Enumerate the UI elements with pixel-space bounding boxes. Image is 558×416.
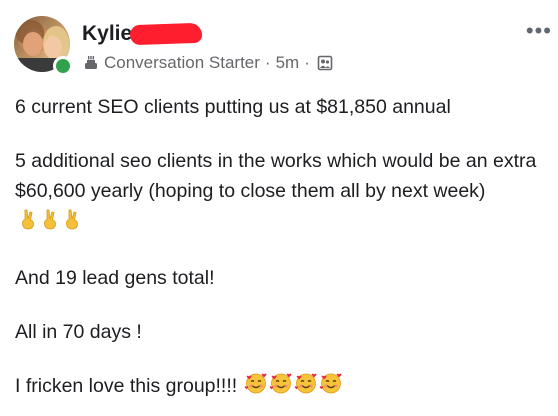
meta-separator: · <box>304 53 310 72</box>
post-text-line: All in 70 days ! <box>15 321 142 343</box>
crossed-fingers-icon <box>44 209 56 230</box>
group-icon <box>317 55 333 71</box>
avatar-face-left <box>23 32 43 56</box>
post-body: 6 current SEO clients putting us at $81,… <box>15 92 545 404</box>
meta-separator: · <box>264 53 271 72</box>
more-options-icon[interactable]: ••• <box>526 20 552 42</box>
post-text-line: I fricken love this group!!!! <box>15 375 238 397</box>
smiling-face-with-hearts-icon <box>269 373 292 394</box>
author-name[interactable]: Kylie <box>82 22 132 46</box>
online-status-indicator <box>53 56 73 76</box>
crossed-fingers-icon <box>66 209 78 230</box>
smiling-face-with-hearts-emojis <box>243 371 343 404</box>
smiling-face-with-hearts-icon <box>319 373 342 394</box>
post-text-line: 6 current SEO clients putting us at $81,… <box>15 96 451 118</box>
crossed-fingers-icon <box>22 209 34 230</box>
smiling-face-with-hearts-icon <box>294 373 317 394</box>
name-redaction-mark <box>129 22 203 46</box>
badge-label[interactable]: Conversation Starter <box>104 53 260 73</box>
post-text-line: And 19 lead gens total! <box>15 267 215 289</box>
crossed-fingers-emojis <box>15 208 81 239</box>
post-meta: Conversation Starter · 5m · <box>82 53 333 73</box>
smiling-face-with-hearts-icon <box>244 373 267 394</box>
post-text-line: 5 additional seo clients in the works wh… <box>15 150 537 202</box>
conversation-starter-badge-icon <box>85 56 97 69</box>
post-text-paragraph: 5 additional seo clients in the works wh… <box>15 146 545 239</box>
post-timestamp[interactable]: 5m <box>276 53 300 73</box>
avatar-face-right <box>44 36 62 58</box>
post-text-paragraph: I fricken love this group!!!! <box>15 371 545 404</box>
post-card: Kylie Conversation Starter · 5m · ••• 6 … <box>0 0 558 416</box>
